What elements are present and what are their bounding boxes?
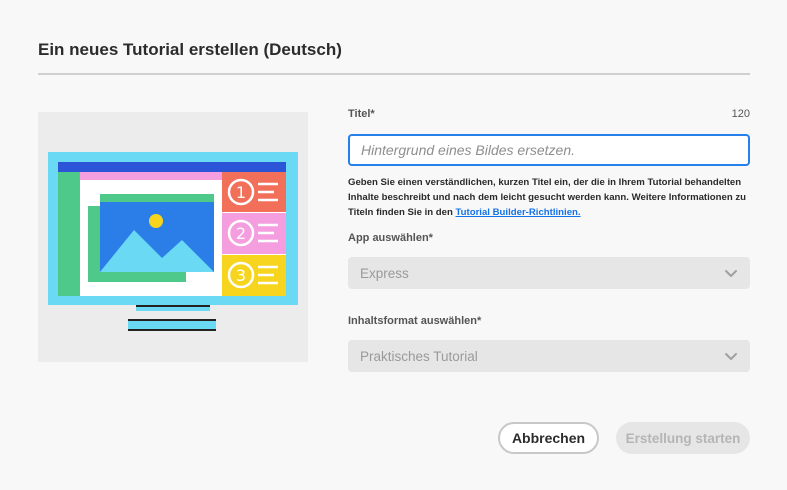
tutorial-illustration: 1 2 3 xyxy=(38,112,308,362)
app-select-label: App auswählen* xyxy=(348,232,433,244)
format-select-label: Inhaltsformat auswählen* xyxy=(348,315,482,327)
title-input[interactable] xyxy=(348,134,750,166)
title-label: Titel* xyxy=(348,108,375,120)
tutorial-form: Titel* 120 Geben Sie einen verständliche… xyxy=(348,108,750,372)
monitor-tutorial-illustration-icon: 1 2 3 xyxy=(48,152,298,331)
cancel-button[interactable]: Abbrechen xyxy=(498,422,599,454)
app-select-value: Express xyxy=(360,265,409,281)
title-label-row: Titel* 120 xyxy=(348,108,750,120)
title-help-text: Geben Sie einen verständlichen, kurzen T… xyxy=(348,175,750,220)
step-number-3: 3 xyxy=(236,266,246,285)
step-number-2: 2 xyxy=(236,224,246,243)
guidelines-link[interactable]: Tutorial Builder-Richtlinien. xyxy=(456,207,581,218)
header-divider xyxy=(38,73,750,75)
step-number-1: 1 xyxy=(236,183,246,202)
format-select[interactable]: Praktisches Tutorial xyxy=(348,340,750,372)
format-select-value: Praktisches Tutorial xyxy=(360,348,478,364)
start-creation-button[interactable]: Erstellung starten xyxy=(616,422,750,454)
title-char-count: 120 xyxy=(731,108,750,120)
dialog-title: Ein neues Tutorial erstellen (Deutsch) xyxy=(38,40,342,59)
chevron-down-icon xyxy=(725,270,737,277)
app-select[interactable]: Express xyxy=(348,257,750,289)
chevron-down-icon xyxy=(725,353,737,360)
